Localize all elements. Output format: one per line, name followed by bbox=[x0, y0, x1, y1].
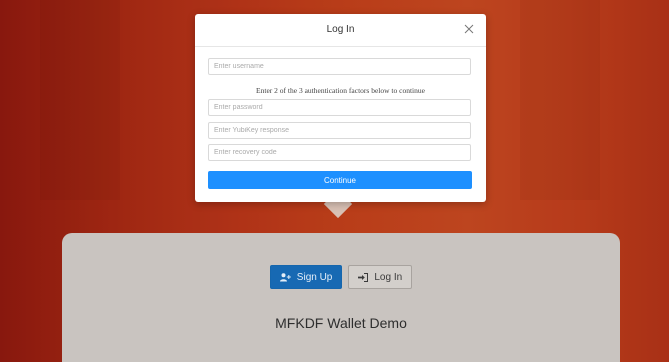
close-icon[interactable] bbox=[463, 23, 475, 35]
login-modal: Log In Enter 2 of the 3 authentication f… bbox=[195, 14, 486, 202]
app-background: Sign Up Log In MFKDF Wallet Demo Log In … bbox=[0, 0, 669, 362]
user-plus-icon bbox=[279, 272, 291, 281]
sign-up-label: Sign Up bbox=[296, 271, 333, 283]
password-input[interactable] bbox=[208, 99, 471, 116]
sign-up-button[interactable]: Sign Up bbox=[269, 265, 343, 289]
modal-header: Log In bbox=[195, 14, 486, 47]
log-in-label: Log In bbox=[374, 271, 403, 283]
recovery-code-input[interactable] bbox=[208, 144, 471, 161]
yubikey-input[interactable] bbox=[208, 122, 471, 139]
app-title: MFKDF Wallet Demo bbox=[275, 315, 407, 331]
continue-button[interactable]: Continue bbox=[208, 171, 472, 189]
sign-in-icon bbox=[358, 272, 369, 282]
username-input[interactable] bbox=[208, 58, 471, 75]
factor-instruction: Enter 2 of the 3 authentication factors … bbox=[256, 86, 425, 95]
auth-button-group: Sign Up Log In bbox=[62, 265, 620, 289]
landing-card: Sign Up Log In MFKDF Wallet Demo bbox=[62, 233, 620, 362]
modal-title: Log In bbox=[326, 24, 355, 35]
log-in-button[interactable]: Log In bbox=[348, 265, 413, 289]
